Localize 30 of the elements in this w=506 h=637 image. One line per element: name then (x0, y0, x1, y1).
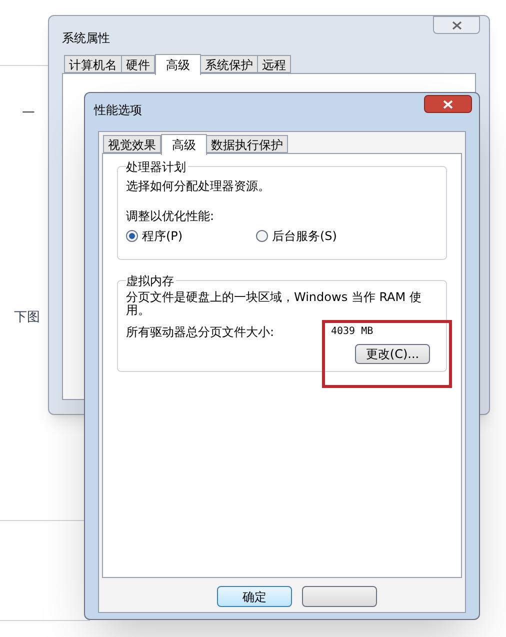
radio-button[interactable] (256, 230, 268, 242)
field-label: 调整以优化性能: (126, 208, 216, 225)
page-text: 一 (22, 105, 35, 123)
change-button[interactable]: 更改(C)... (355, 344, 430, 364)
tab[interactable]: 高级 (161, 134, 207, 155)
window-title: 系统属性 (62, 30, 110, 47)
window-title: 性能选项 (94, 102, 142, 119)
tab[interactable]: 数据执行保护 (206, 135, 288, 153)
tab[interactable]: 远程 (257, 55, 291, 73)
ok-button[interactable]: 确定 (217, 586, 292, 607)
close-button[interactable] (433, 16, 480, 34)
close-button[interactable] (424, 95, 472, 113)
field-value: 4039 MB (331, 325, 374, 339)
field-label: 所有驱动器总分页文件大小: (126, 324, 276, 341)
radio-label: 后台服务(S) (272, 228, 337, 245)
dialog-button[interactable] (302, 586, 377, 607)
tab[interactable]: 视觉效果 (103, 135, 161, 153)
tab[interactable]: 系统保护 (200, 55, 258, 73)
tab[interactable]: 计算机名 (64, 55, 122, 73)
description-text: 分页文件是硬盘上的一块区域，Windows 当作 RAM 使用。 (126, 291, 422, 317)
group-title: 虚拟内存 (126, 272, 176, 290)
close-icon (452, 20, 462, 30)
group-title: 处理器计划 (126, 158, 188, 176)
radio-button[interactable] (126, 230, 138, 242)
radio-label: 程序(P) (142, 228, 183, 245)
tab[interactable]: 硬件 (121, 55, 155, 73)
description-text: 选择如何分配处理器资源。 (126, 178, 271, 195)
tab[interactable]: 高级 (155, 54, 201, 75)
close-icon (443, 100, 453, 108)
page-text: 下图 (14, 309, 40, 327)
